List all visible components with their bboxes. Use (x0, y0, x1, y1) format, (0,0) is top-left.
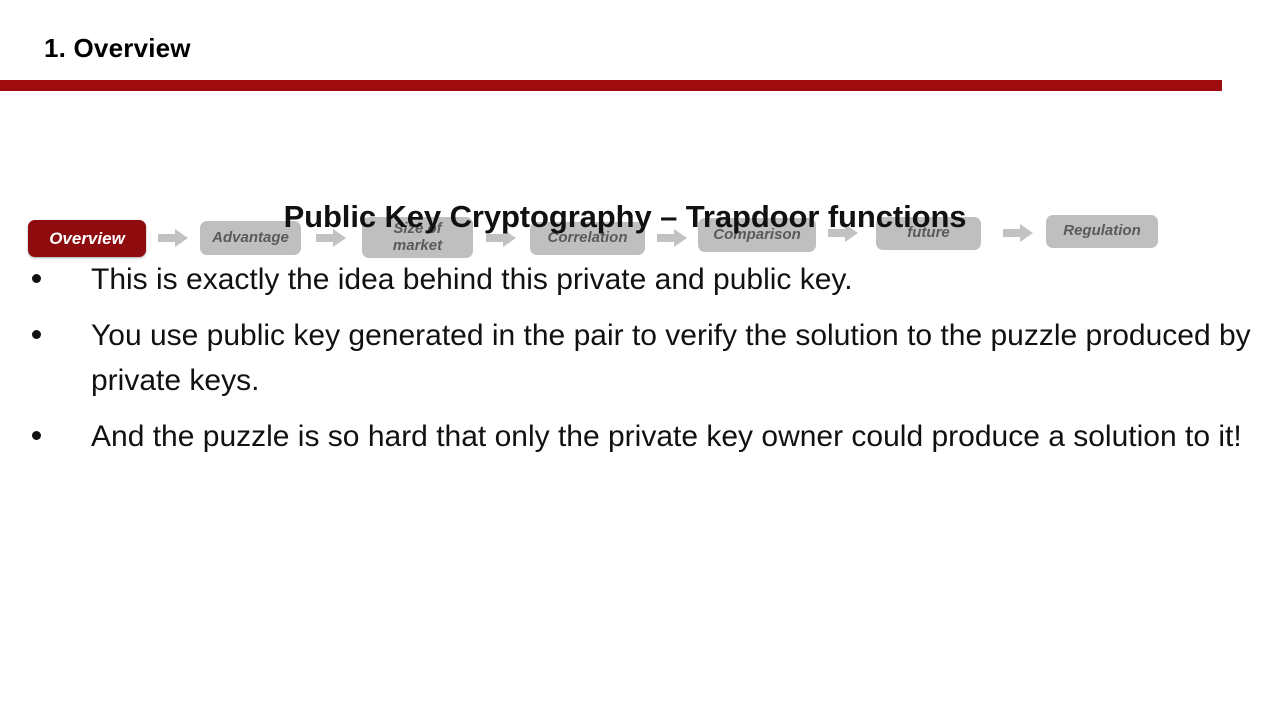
list-item-text: This is exactly the idea behind this pri… (91, 263, 853, 296)
content-heading: Public Key Cryptography – Trapdoor funct… (283, 199, 967, 234)
bullet-dot-icon (32, 329, 41, 339)
list-item: You use public key generated in the pair… (0, 313, 1280, 404)
slide-body: Public Key Cryptography – Trapdoor funct… (0, 175, 1280, 469)
slide-header: 1. Overview (0, 0, 1280, 91)
bullet-dot-icon (32, 274, 41, 283)
breadcrumb: Overview Advantage Size of market Correl… (0, 105, 1280, 258)
page-title: 1. Overview (44, 33, 191, 63)
header-divider-rule (0, 80, 1222, 91)
list-item: And the puzzle is so hard that only the … (0, 414, 1280, 460)
bullet-list: This is exactly the idea behind this pri… (0, 257, 1280, 459)
bullet-dot-icon (32, 430, 41, 440)
list-item-text: And the puzzle is so hard that only the … (91, 419, 1242, 453)
list-item: This is exactly the idea behind this pri… (0, 257, 1280, 303)
list-item-text: You use public key generated in the pair… (91, 318, 1251, 398)
